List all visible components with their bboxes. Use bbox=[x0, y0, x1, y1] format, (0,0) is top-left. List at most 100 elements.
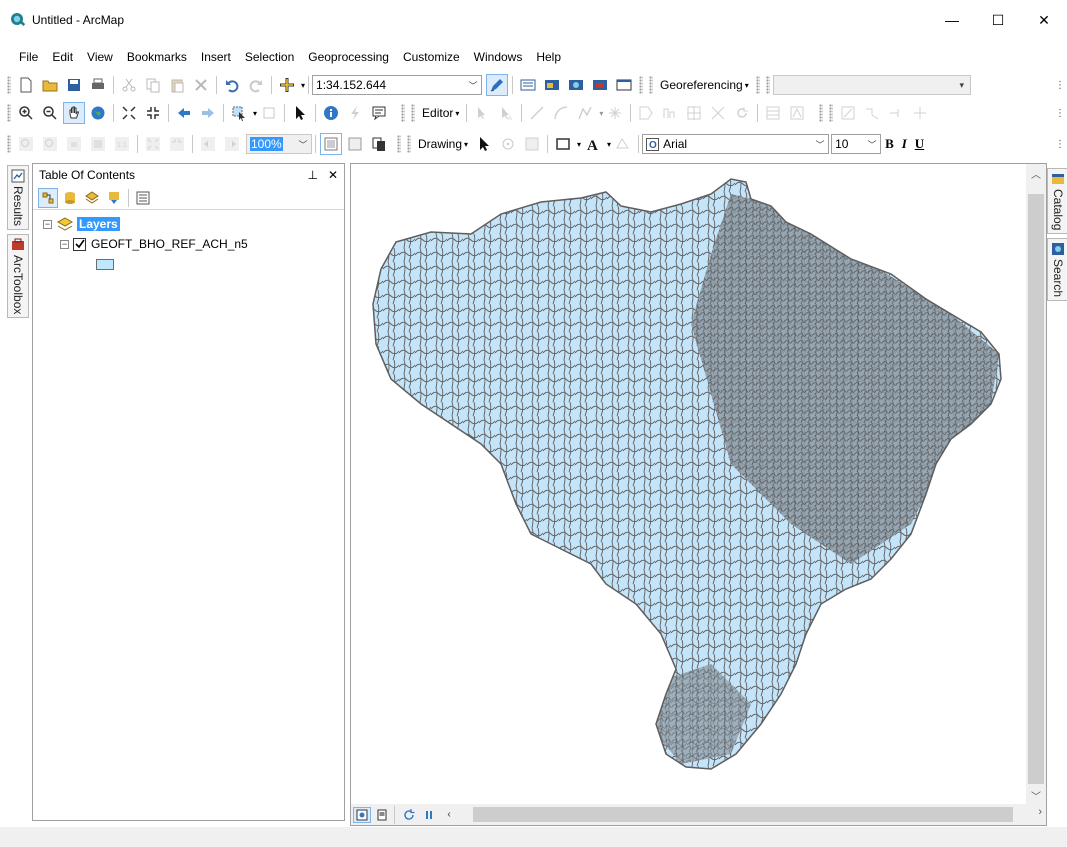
toolbar-grip[interactable] bbox=[649, 76, 654, 94]
menu-insert[interactable]: Insert bbox=[194, 46, 238, 68]
identify-button[interactable] bbox=[320, 102, 342, 124]
undo-button[interactable] bbox=[221, 74, 243, 96]
scroll-up-icon[interactable]: ︿ bbox=[1026, 164, 1046, 182]
rectangle-tool-button[interactable] bbox=[552, 133, 574, 155]
toolbar-grip[interactable] bbox=[7, 104, 11, 122]
vertical-scrollbar[interactable]: ︿ ﹀ bbox=[1026, 164, 1046, 804]
copy-button[interactable] bbox=[142, 74, 164, 96]
sketch-properties-button[interactable] bbox=[786, 102, 808, 124]
attributes-button[interactable] bbox=[762, 102, 784, 124]
chevron-down-icon[interactable]: ▾ bbox=[607, 140, 611, 149]
list-by-selection-button[interactable] bbox=[104, 188, 124, 208]
delete-button[interactable] bbox=[190, 74, 212, 96]
html-popup-button[interactable] bbox=[368, 102, 390, 124]
straight-segment-button[interactable] bbox=[526, 102, 548, 124]
link-table-button[interactable] bbox=[885, 102, 907, 124]
chevron-down-icon[interactable]: ▾ bbox=[577, 140, 581, 149]
go-forward-extent-layout-button[interactable] bbox=[221, 133, 243, 155]
georef-rotate-button[interactable] bbox=[837, 102, 859, 124]
fixed-zoom-in-button[interactable] bbox=[118, 102, 140, 124]
paste-button[interactable] bbox=[166, 74, 188, 96]
toolbar-overflow-icon[interactable]: ⋮ bbox=[1055, 108, 1065, 119]
chevron-down-icon[interactable]: ﹀ bbox=[812, 135, 828, 153]
layers-label[interactable]: Layers bbox=[77, 217, 120, 231]
map-scale-combo[interactable]: 1:34.152.644 ﹀ bbox=[312, 75, 483, 95]
layer-name[interactable]: GEOFT_BHO_REF_ACH_n5 bbox=[91, 237, 248, 251]
trace-button[interactable] bbox=[574, 102, 596, 124]
add-data-dropdown-icon[interactable]: ▾ bbox=[301, 81, 305, 90]
menu-file[interactable]: File bbox=[12, 46, 45, 68]
layout-zoom-out-button[interactable] bbox=[39, 133, 61, 155]
python-window-button[interactable] bbox=[613, 74, 635, 96]
legend-row[interactable] bbox=[33, 254, 344, 274]
focus-data-frame-button[interactable] bbox=[344, 133, 366, 155]
menu-geoprocessing[interactable]: Geoprocessing bbox=[301, 46, 396, 68]
toolbar-grip[interactable] bbox=[397, 135, 401, 153]
scroll-down-icon[interactable]: ﹀ bbox=[1026, 786, 1046, 804]
options-button[interactable] bbox=[133, 188, 153, 208]
rotate-button[interactable] bbox=[731, 102, 753, 124]
chevron-down-icon[interactable]: ﹀ bbox=[864, 135, 880, 153]
drawing-menu[interactable]: Drawing ▾ bbox=[414, 133, 472, 155]
full-extent-button[interactable] bbox=[87, 102, 109, 124]
layout-zoom-combo[interactable]: 100% ﹀ bbox=[246, 134, 312, 154]
fixed-zoom-in-layout-button[interactable] bbox=[142, 133, 164, 155]
toolbar-overflow-icon[interactable]: ⋮ bbox=[1055, 139, 1065, 150]
pan-button[interactable] bbox=[63, 102, 85, 124]
list-by-drawing-order-button[interactable] bbox=[38, 187, 58, 208]
vertical-scroll-thumb[interactable] bbox=[1028, 194, 1044, 784]
clear-selection-button[interactable] bbox=[258, 102, 280, 124]
catalog-tab[interactable]: Catalog bbox=[1047, 168, 1067, 235]
results-tab[interactable]: Results bbox=[7, 165, 29, 231]
toolbar-grip[interactable] bbox=[819, 104, 824, 122]
chevron-down-icon[interactable]: ﹀ bbox=[295, 135, 311, 153]
menu-customize[interactable]: Customize bbox=[396, 46, 467, 68]
menu-selection[interactable]: Selection bbox=[238, 46, 301, 68]
layer-row[interactable]: − GEOFT_BHO_REF_ACH_n5 bbox=[33, 234, 344, 254]
toolbar-grip[interactable] bbox=[407, 135, 411, 153]
toolbar-overflow-icon[interactable]: ⋮ bbox=[1055, 80, 1065, 91]
zoom-in-button[interactable] bbox=[15, 102, 37, 124]
toolbar-grip[interactable] bbox=[7, 135, 11, 153]
toolbar-grip[interactable] bbox=[639, 76, 644, 94]
redo-button[interactable] bbox=[245, 74, 267, 96]
cut-button[interactable] bbox=[118, 74, 140, 96]
new-document-button[interactable] bbox=[15, 74, 37, 96]
menu-help[interactable]: Help bbox=[529, 46, 568, 68]
toolbar-grip[interactable] bbox=[829, 104, 834, 122]
add-control-points-button[interactable] bbox=[861, 102, 883, 124]
cut-polygons-button[interactable] bbox=[683, 102, 705, 124]
map-canvas[interactable] bbox=[351, 164, 1026, 804]
endpoint-arc-button[interactable] bbox=[550, 102, 572, 124]
menu-edit[interactable]: Edit bbox=[45, 46, 80, 68]
list-by-visibility-button[interactable] bbox=[82, 188, 102, 208]
italic-button[interactable]: I bbox=[898, 133, 911, 155]
data-view-button[interactable] bbox=[353, 806, 371, 823]
layout-view-button[interactable] bbox=[373, 807, 391, 823]
toolbar-grip[interactable] bbox=[7, 76, 11, 94]
font-size-combo[interactable]: 10 ﹀ bbox=[831, 134, 882, 154]
toolbar-grip[interactable] bbox=[765, 76, 770, 94]
menu-view[interactable]: View bbox=[80, 46, 120, 68]
viewer-button[interactable] bbox=[909, 102, 931, 124]
go-back-extent-layout-button[interactable] bbox=[197, 133, 219, 155]
scroll-left-button[interactable]: ‹ bbox=[440, 807, 458, 823]
refresh-button[interactable] bbox=[400, 807, 418, 823]
editor-toolbar-button[interactable] bbox=[486, 74, 509, 96]
chevron-down-icon[interactable]: ﹀ bbox=[465, 76, 481, 94]
scroll-right-icon[interactable]: › bbox=[1038, 806, 1042, 818]
toolbar-grip[interactable] bbox=[411, 104, 416, 122]
layout-zoom-in-button[interactable] bbox=[15, 133, 37, 155]
toc-window-button[interactable] bbox=[517, 74, 539, 96]
horizontal-scroll-thumb[interactable] bbox=[473, 807, 1013, 822]
new-text-button[interactable]: A bbox=[582, 133, 604, 155]
editor-menu[interactable]: Editor ▾ bbox=[418, 102, 463, 124]
horizontal-scrollbar[interactable]: › bbox=[459, 806, 1046, 823]
arctoolbox-tab[interactable]: ArcToolbox bbox=[7, 234, 29, 319]
rotate-element-button[interactable] bbox=[497, 133, 519, 155]
chevron-down-icon[interactable]: ▾ bbox=[954, 76, 970, 94]
hyperlink-button[interactable] bbox=[344, 102, 366, 124]
georeferencing-layer-combo[interactable]: ▾ bbox=[772, 75, 971, 95]
chevron-down-icon[interactable]: ▾ bbox=[253, 109, 257, 118]
bold-button[interactable]: B bbox=[881, 133, 898, 155]
